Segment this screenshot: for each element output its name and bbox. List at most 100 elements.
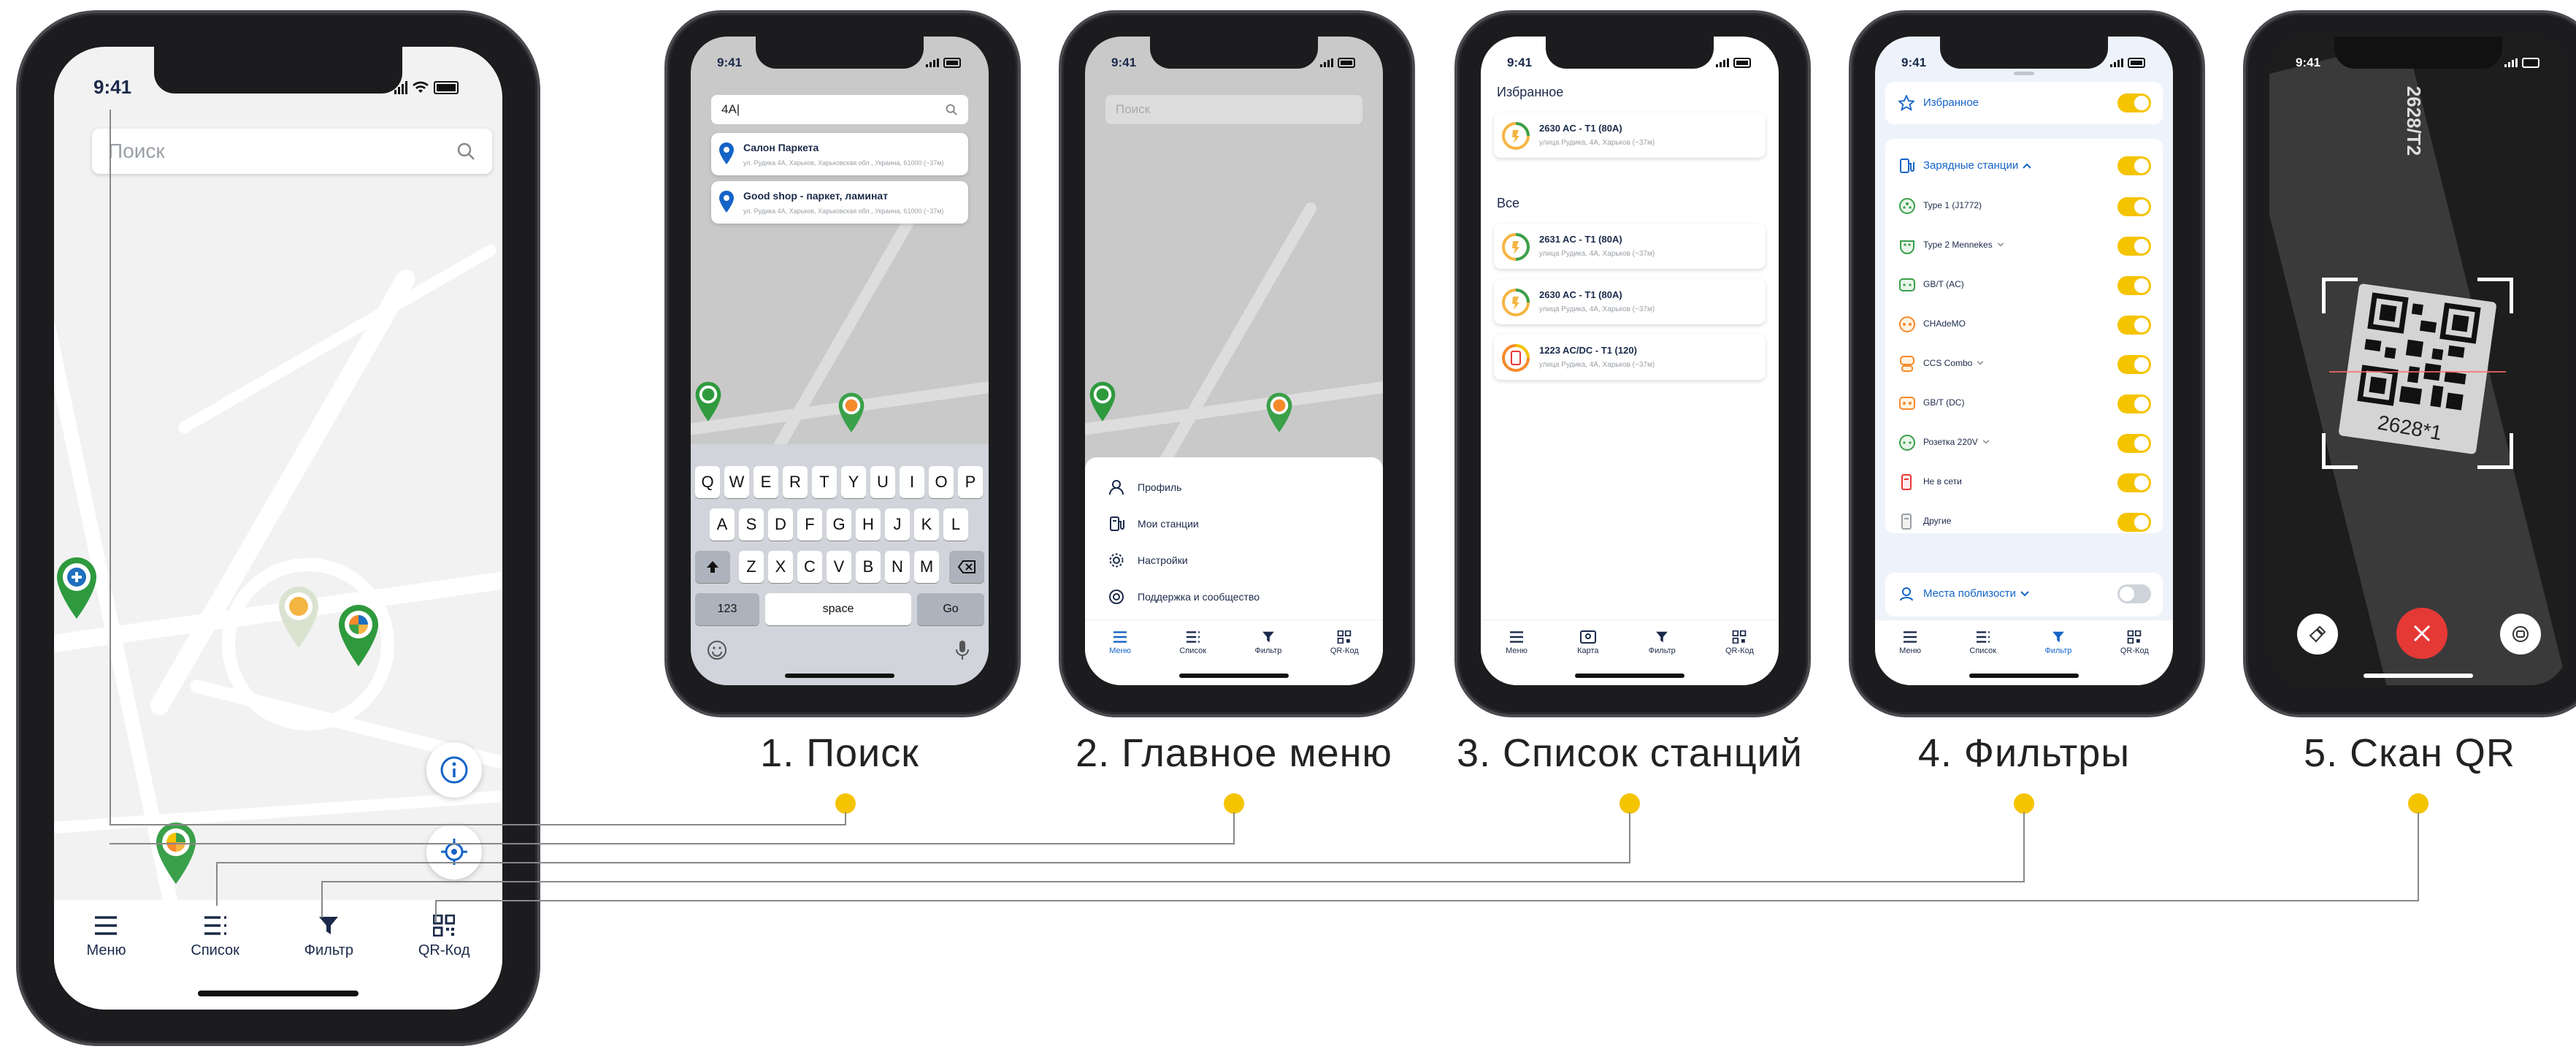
tab-menu[interactable]: Меню — [1899, 630, 1921, 685]
tab-qr[interactable]: QR-Код — [418, 915, 470, 1010]
key-r[interactable]: R — [783, 466, 808, 498]
filter-item[interactable]: CCS Combo — [1898, 354, 2154, 375]
backspace-key[interactable] — [949, 551, 984, 583]
key-y[interactable]: Y — [841, 466, 866, 498]
station-pin[interactable] — [336, 602, 381, 668]
sheet-handle[interactable] — [2014, 72, 2034, 75]
station-pin[interactable] — [694, 380, 723, 422]
favorites-toggle[interactable] — [2117, 94, 2151, 112]
filter-toggle[interactable] — [2117, 276, 2151, 295]
nearby-toggle[interactable] — [2117, 584, 2151, 603]
key-j[interactable]: J — [885, 508, 910, 541]
search-input[interactable]: Поиск — [1105, 95, 1362, 124]
menu-item-profile[interactable]: Профиль — [1108, 479, 1181, 495]
station-pin[interactable] — [54, 554, 99, 620]
close-scan-button[interactable] — [2396, 608, 2447, 659]
key-o[interactable]: O — [929, 466, 954, 498]
search-icon — [457, 142, 475, 160]
info-button[interactable] — [426, 742, 482, 798]
key-b[interactable]: B — [856, 551, 881, 583]
status-icons — [2110, 58, 2145, 68]
tab-qr[interactable]: QR-Код — [1330, 630, 1359, 685]
station-pin[interactable] — [276, 584, 321, 649]
key-m[interactable]: M — [914, 551, 939, 583]
stations-header[interactable]: Зарядные станции — [1923, 159, 2031, 172]
menu-item-my-stations[interactable]: Мои станции — [1108, 516, 1199, 532]
key-d[interactable]: D — [768, 508, 793, 541]
filter-toggle[interactable] — [2117, 197, 2151, 216]
filter-item[interactable]: GB/T (DC) — [1898, 393, 2154, 415]
station-pin[interactable] — [1265, 391, 1294, 433]
station-card[interactable]: 2631 AC - T1 (80A) улица Рудика, 4А, Хар… — [1494, 224, 1766, 269]
key-n[interactable]: N — [885, 551, 910, 583]
tab-menu[interactable]: Меню — [86, 915, 126, 1010]
caption-qr-scan: 5. Скан QR — [2304, 731, 2515, 775]
filter-toggle[interactable] — [2117, 513, 2151, 532]
filter-item[interactable]: Не в сети — [1898, 472, 2154, 494]
microphone-icon[interactable] — [955, 640, 970, 660]
key-x[interactable]: X — [768, 551, 793, 583]
menu-item-settings[interactable]: Настройки — [1108, 552, 1188, 568]
connector-line — [216, 862, 1630, 863]
menu-item-support[interactable]: Поддержка и сообщество — [1108, 589, 1260, 605]
shift-key[interactable] — [695, 551, 730, 583]
station-card[interactable]: 2630 AC - T1 (80A) улица Рудика, 4А, Хар… — [1494, 112, 1766, 158]
key-p[interactable]: P — [958, 466, 983, 498]
filter-toggle[interactable] — [2117, 237, 2151, 256]
filter-item[interactable]: Type 1 (J1772) — [1898, 196, 2154, 218]
key-z[interactable]: Z — [739, 551, 764, 583]
filter-toggle[interactable] — [2117, 473, 2151, 492]
key-w[interactable]: W — [724, 466, 749, 498]
filter-toggle[interactable] — [2117, 355, 2151, 374]
key-h[interactable]: H — [856, 508, 881, 541]
station-pin[interactable] — [153, 820, 199, 885]
numbers-key[interactable]: 123 — [695, 593, 759, 625]
station-pin[interactable] — [1088, 380, 1117, 422]
connector-line — [321, 881, 323, 918]
key-s[interactable]: S — [739, 508, 764, 541]
filter-item[interactable]: CHAdeMO — [1898, 314, 2154, 336]
tab-qr[interactable]: QR-Код — [2120, 630, 2149, 685]
filter-item[interactable]: Другие — [1898, 511, 2154, 533]
key-k[interactable]: K — [914, 508, 939, 541]
other-station-icon — [1901, 514, 1912, 530]
tab-menu[interactable]: Меню — [1109, 630, 1131, 685]
space-key[interactable]: space — [765, 593, 911, 625]
clock: 9:41 — [1111, 56, 1137, 69]
key-c[interactable]: C — [797, 551, 822, 583]
locate-button[interactable] — [426, 824, 482, 880]
key-u[interactable]: U — [870, 466, 895, 498]
filter-item[interactable]: Розетка 220V — [1898, 432, 2154, 454]
key-g[interactable]: G — [827, 508, 851, 541]
stations-toggle[interactable] — [2117, 156, 2151, 175]
nearby-header[interactable]: Места поблизости — [1923, 587, 2029, 600]
filter-toggle[interactable] — [2117, 434, 2151, 453]
key-e[interactable]: E — [754, 466, 778, 498]
station-card[interactable]: 1223 AC/DC - T1 (120) улица Рудика, 4А, … — [1494, 335, 1766, 380]
key-v[interactable]: V — [827, 551, 851, 583]
key-a[interactable]: A — [710, 508, 735, 541]
search-result[interactable]: Салон Паркета ул. Рудика 4А, Харьков, Ха… — [711, 133, 968, 175]
station-card[interactable]: 2630 AC - T1 (80A) улица Рудика, 4А, Хар… — [1494, 279, 1766, 324]
tab-menu[interactable]: Меню — [1506, 630, 1527, 685]
station-pin[interactable] — [837, 391, 866, 433]
emoji-icon[interactable] — [707, 640, 727, 660]
search-result[interactable]: Good shop - паркет, ламинат ул. Рудика 4… — [711, 181, 968, 224]
filter-toggle[interactable] — [2117, 316, 2151, 335]
map-road — [54, 790, 502, 835]
search-input[interactable]: Поиск — [92, 129, 492, 174]
filter-item[interactable]: Type 2 Mennekes — [1898, 235, 2154, 257]
filter-toggle[interactable] — [2117, 394, 2151, 413]
tab-qr[interactable]: QR-Код — [1725, 630, 1754, 685]
go-key[interactable]: Go — [917, 593, 984, 625]
filter-item[interactable]: GB/T (AC) — [1898, 275, 2154, 297]
key-i[interactable]: I — [900, 466, 924, 498]
flashlight-button[interactable] — [2297, 614, 2338, 655]
key-f[interactable]: F — [797, 508, 822, 541]
caption-stations-list: 3. Список станций — [1457, 731, 1803, 775]
key-l[interactable]: L — [943, 508, 968, 541]
key-t[interactable]: T — [812, 466, 837, 498]
search-input[interactable]: 4A| — [711, 95, 968, 124]
key-q[interactable]: Q — [695, 466, 720, 498]
manual-entry-button[interactable] — [2500, 614, 2541, 655]
